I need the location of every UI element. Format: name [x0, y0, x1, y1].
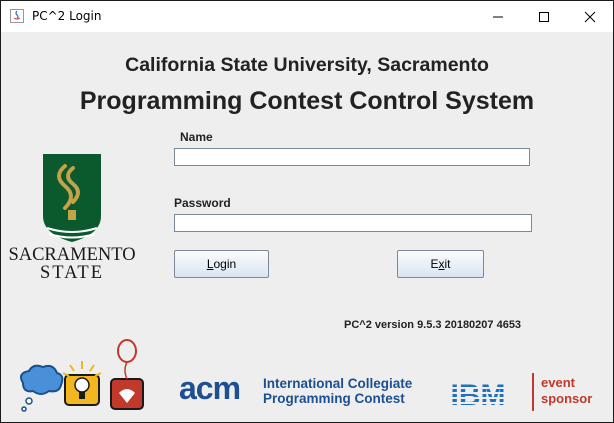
window-title: PC^2 Login [32, 9, 102, 23]
sacramento-state-logo: SACRAMENTO STATE [9, 154, 135, 282]
exit-button[interactable]: Ex it [397, 250, 484, 278]
login-mnemonic: L [206, 257, 214, 271]
close-button[interactable] [567, 1, 613, 32]
exit-label-start: E [430, 257, 439, 271]
name-input[interactable] [174, 148, 530, 166]
java-app-icon [10, 9, 24, 23]
maximize-button[interactable] [521, 1, 567, 32]
password-input[interactable] [174, 214, 532, 232]
minimize-icon [493, 16, 503, 17]
icpc-line1: International Collegiate [263, 376, 413, 391]
icpc-line2: Programming Contest [263, 391, 405, 406]
minimize-button[interactable] [475, 1, 521, 32]
close-icon [584, 11, 596, 22]
logo-text-state: STATE [40, 263, 104, 282]
login-label: ogin [213, 257, 237, 271]
logo-text-sacramento: SACRAMENTO [9, 245, 135, 265]
ibm-logo: IBM [451, 379, 506, 408]
system-heading: Programming Contest Control System [79, 87, 535, 115]
sponsor-line2: sponsor [541, 391, 593, 406]
university-heading: California State University, Sacramento [125, 54, 489, 76]
login-window: PC^2 Login California State University, … [0, 0, 614, 423]
version-text: PC^2 version 9.5.3 20180207 4653 [344, 319, 522, 331]
acm-logo: acm [179, 370, 241, 406]
title-bar[interactable]: PC^2 Login [1, 1, 613, 32]
login-button[interactable]: Login [174, 250, 269, 278]
exit-label-end: it [444, 257, 451, 271]
login-panel: California State University, Sacramento … [1, 32, 613, 422]
sponsor-divider [532, 373, 534, 411]
event-sponsor-text: event sponsor [541, 375, 592, 407]
name-label: Name [180, 130, 213, 144]
contest-mascot-icons [20, 339, 144, 412]
sponsor-line1: event [541, 375, 575, 390]
icpc-text: International Collegiate Programming Con… [263, 376, 412, 406]
password-label: Password [174, 196, 231, 210]
ibm-logo-text: IBM [451, 379, 506, 408]
maximize-icon [539, 11, 549, 22]
